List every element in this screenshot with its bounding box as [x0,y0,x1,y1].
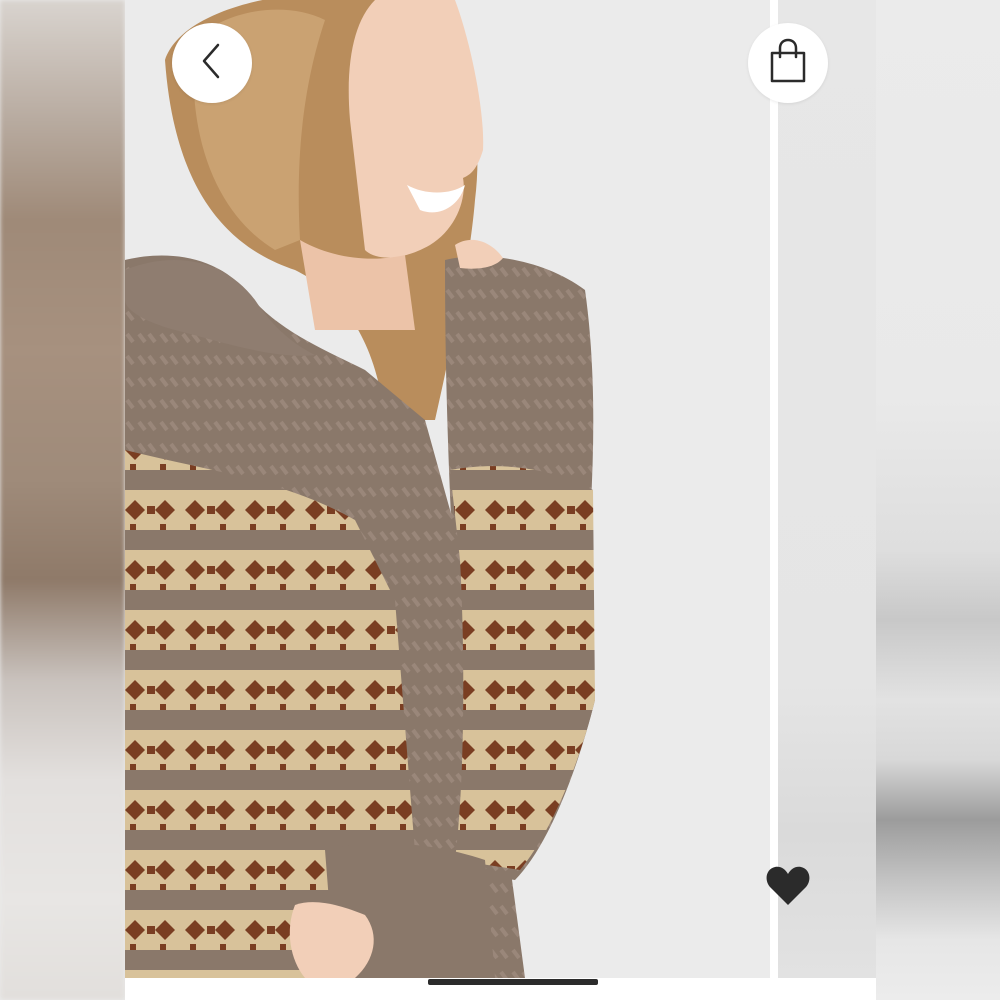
product-image-viewer [0,0,1000,1000]
product-photo[interactable] [125,0,770,978]
favorite-button[interactable] [763,865,813,911]
chevron-left-icon [196,41,228,86]
gallery-gap [770,0,778,978]
heart-icon [765,865,811,912]
previous-image-blurred [0,0,125,1000]
next-image-preview[interactable] [778,0,876,978]
shopping-bag-button[interactable] [748,23,828,103]
back-button[interactable] [172,23,252,103]
shopping-bag-icon [766,37,810,90]
gallery-scroll-indicator[interactable] [428,979,598,985]
background-blurred-right [876,0,1000,1000]
